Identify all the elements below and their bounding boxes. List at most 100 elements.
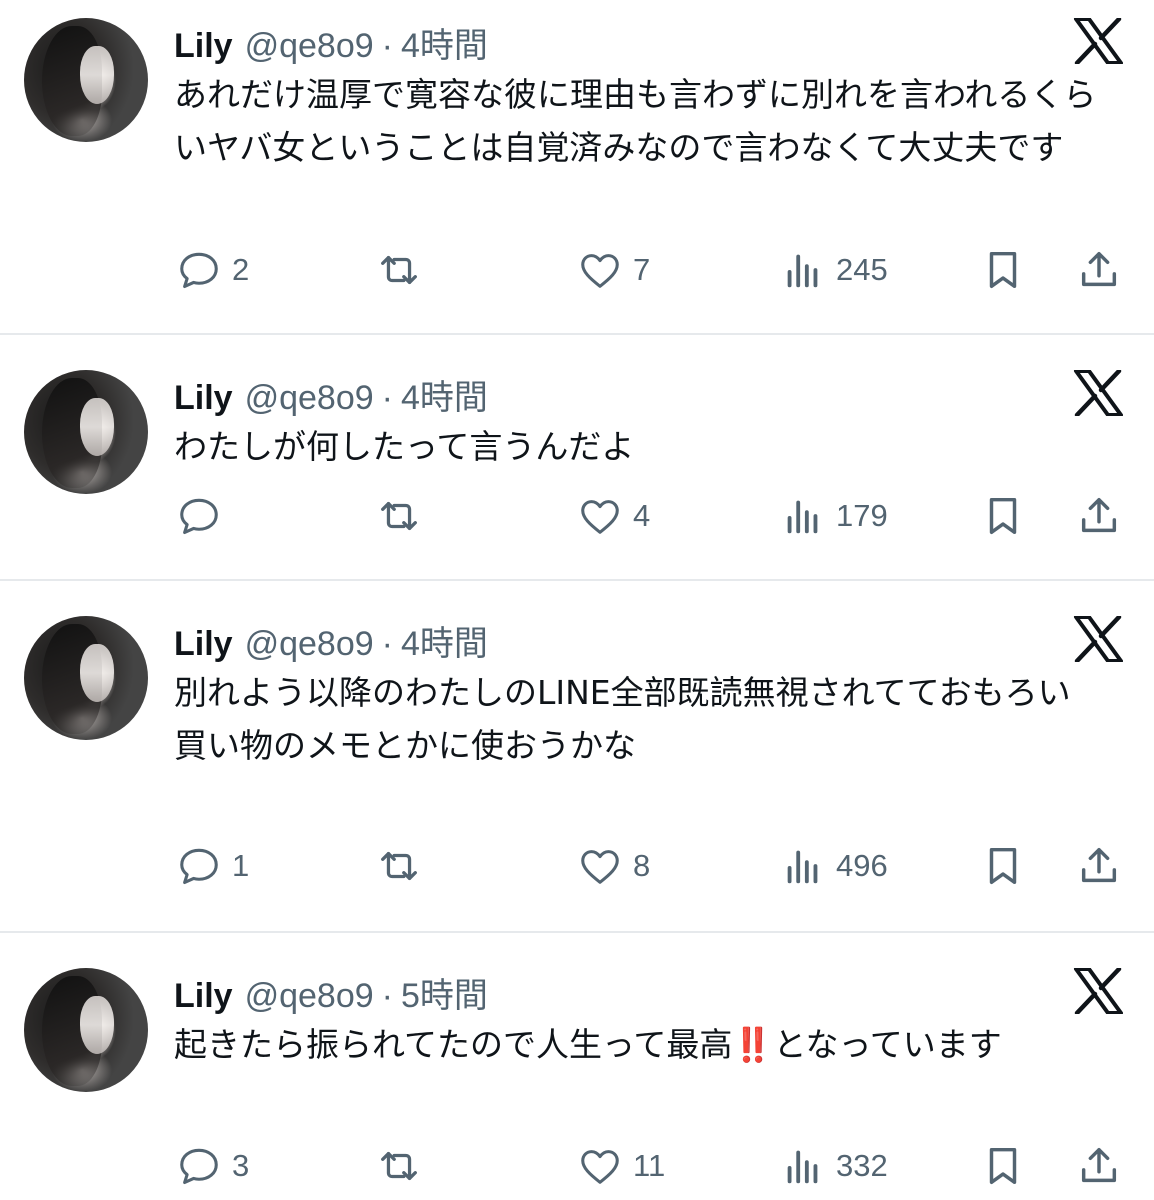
share-icon — [1081, 847, 1117, 883]
reply-button[interactable] — [176, 494, 232, 538]
reply-count: 1 — [232, 848, 250, 883]
separator: · — [381, 625, 393, 663]
reply-icon — [180, 1148, 218, 1185]
like-button[interactable]: 7 — [577, 248, 650, 292]
x-logo-icon — [1074, 616, 1123, 662]
reply-button[interactable]: 2 — [176, 248, 249, 292]
retweet-button[interactable] — [376, 248, 432, 292]
tweet[interactable]: Lily @qe8o9 · 4時間 別れよう以降のわたしのLINE全部既読無視さ… — [0, 598, 1154, 932]
retweet-icon — [381, 1151, 417, 1181]
avatar[interactable] — [24, 370, 148, 494]
reply-icon — [180, 252, 218, 289]
tweet-actions: 2 7 245 — [0, 248, 1154, 292]
retweet-icon — [381, 255, 417, 285]
reply-button[interactable]: 3 — [176, 1144, 249, 1188]
bookmark-icon — [989, 847, 1017, 885]
timestamp[interactable]: 4時間 — [401, 370, 488, 419]
author-name[interactable]: Lily — [174, 379, 233, 418]
author-name[interactable]: Lily — [174, 977, 233, 1016]
divider — [0, 579, 1154, 581]
bookmark-button[interactable] — [980, 844, 1026, 888]
like-icon — [581, 254, 619, 288]
like-count: 4 — [633, 498, 651, 533]
retweet-button[interactable] — [376, 844, 432, 888]
retweet-icon — [381, 501, 417, 531]
author-name[interactable]: Lily — [174, 625, 233, 664]
tweet[interactable]: Lily @qe8o9 · 4時間 わたしが何したって言うんだよ 4 179 — [0, 352, 1154, 580]
x-logo-icon — [1074, 370, 1123, 416]
tweet[interactable]: Lily @qe8o9 · 5時間 起きたら振られてたので人生って最高‼️となっ… — [0, 950, 1154, 1200]
views-icon — [787, 500, 818, 534]
tweet-actions: 4 179 — [0, 494, 1154, 538]
like-button[interactable]: 8 — [577, 844, 650, 888]
tweet-text: 起きたら振られてたので人生って最高‼️となっています — [174, 1025, 1002, 1064]
divider — [0, 931, 1154, 933]
x-logo-icon — [1074, 968, 1123, 1014]
timestamp[interactable]: 4時間 — [401, 616, 488, 665]
reply-icon — [180, 848, 218, 885]
like-icon — [581, 1150, 619, 1184]
tweet-header: Lily @qe8o9 · 5時間 — [174, 968, 488, 1015]
views-count: 245 — [836, 252, 888, 287]
reply-button[interactable]: 1 — [176, 844, 249, 888]
share-button[interactable] — [1076, 494, 1122, 538]
like-button[interactable]: 4 — [577, 494, 650, 538]
separator: · — [381, 379, 393, 417]
tweet-header: Lily @qe8o9 · 4時間 — [174, 370, 488, 417]
like-count: 7 — [633, 252, 651, 287]
share-button[interactable] — [1076, 248, 1122, 292]
separator: · — [381, 27, 393, 65]
views-count: 496 — [836, 848, 888, 883]
x-logo-icon — [1074, 18, 1123, 64]
tweet-actions: 1 8 496 — [0, 844, 1154, 888]
views-icon — [787, 850, 818, 884]
reply-count: 2 — [232, 252, 250, 287]
like-count: 8 — [633, 848, 651, 883]
bookmark-icon — [989, 1147, 1017, 1185]
tweet-header: Lily @qe8o9 · 4時間 — [174, 616, 488, 663]
reply-count: 3 — [232, 1148, 250, 1183]
views-button[interactable]: 179 — [780, 494, 888, 538]
avatar[interactable] — [24, 968, 148, 1092]
tweet-text: わたしが何したって言うんだよ — [174, 427, 635, 466]
share-button[interactable] — [1076, 1144, 1122, 1188]
views-button[interactable]: 332 — [780, 1144, 888, 1188]
bookmark-button[interactable] — [980, 248, 1026, 292]
author-handle[interactable]: @qe8o9 — [245, 977, 374, 1016]
author-name[interactable]: Lily — [174, 27, 233, 66]
avatar[interactable] — [24, 616, 148, 740]
avatar[interactable] — [24, 18, 148, 142]
like-icon — [581, 850, 619, 884]
timestamp[interactable]: 5時間 — [401, 968, 488, 1017]
views-button[interactable]: 245 — [780, 248, 888, 292]
bookmark-icon — [989, 251, 1017, 289]
bookmark-button[interactable] — [980, 1144, 1026, 1188]
tweet[interactable]: Lily @qe8o9 · 4時間 あれだけ温厚で寛容な彼に理由も言わずに別れを… — [0, 0, 1154, 334]
views-icon — [787, 1150, 818, 1184]
like-icon — [581, 500, 619, 534]
share-icon — [1081, 497, 1117, 533]
share-button[interactable] — [1076, 844, 1122, 888]
tweet-text: あれだけ温厚で寛容な彼に理由も言わずに別れを言われるくらいヤバ女ということは自覚… — [174, 75, 1097, 167]
author-handle[interactable]: @qe8o9 — [245, 625, 374, 664]
like-button[interactable]: 11 — [577, 1144, 665, 1188]
timestamp[interactable]: 4時間 — [401, 18, 488, 67]
separator: · — [381, 977, 393, 1015]
views-icon — [787, 254, 818, 288]
bookmark-button[interactable] — [980, 494, 1026, 538]
author-handle[interactable]: @qe8o9 — [245, 27, 374, 66]
reply-icon — [180, 498, 218, 535]
share-icon — [1081, 1147, 1117, 1183]
share-icon — [1081, 251, 1117, 287]
tweet-header: Lily @qe8o9 · 4時間 — [174, 18, 488, 65]
retweet-icon — [381, 851, 417, 881]
retweet-button[interactable] — [376, 1144, 432, 1188]
like-count: 11 — [633, 1148, 666, 1183]
views-button[interactable]: 496 — [780, 844, 888, 888]
bookmark-icon — [989, 497, 1017, 535]
views-count: 179 — [836, 498, 888, 533]
divider — [0, 333, 1154, 335]
author-handle[interactable]: @qe8o9 — [245, 379, 374, 418]
views-count: 332 — [836, 1148, 888, 1183]
retweet-button[interactable] — [376, 494, 432, 538]
